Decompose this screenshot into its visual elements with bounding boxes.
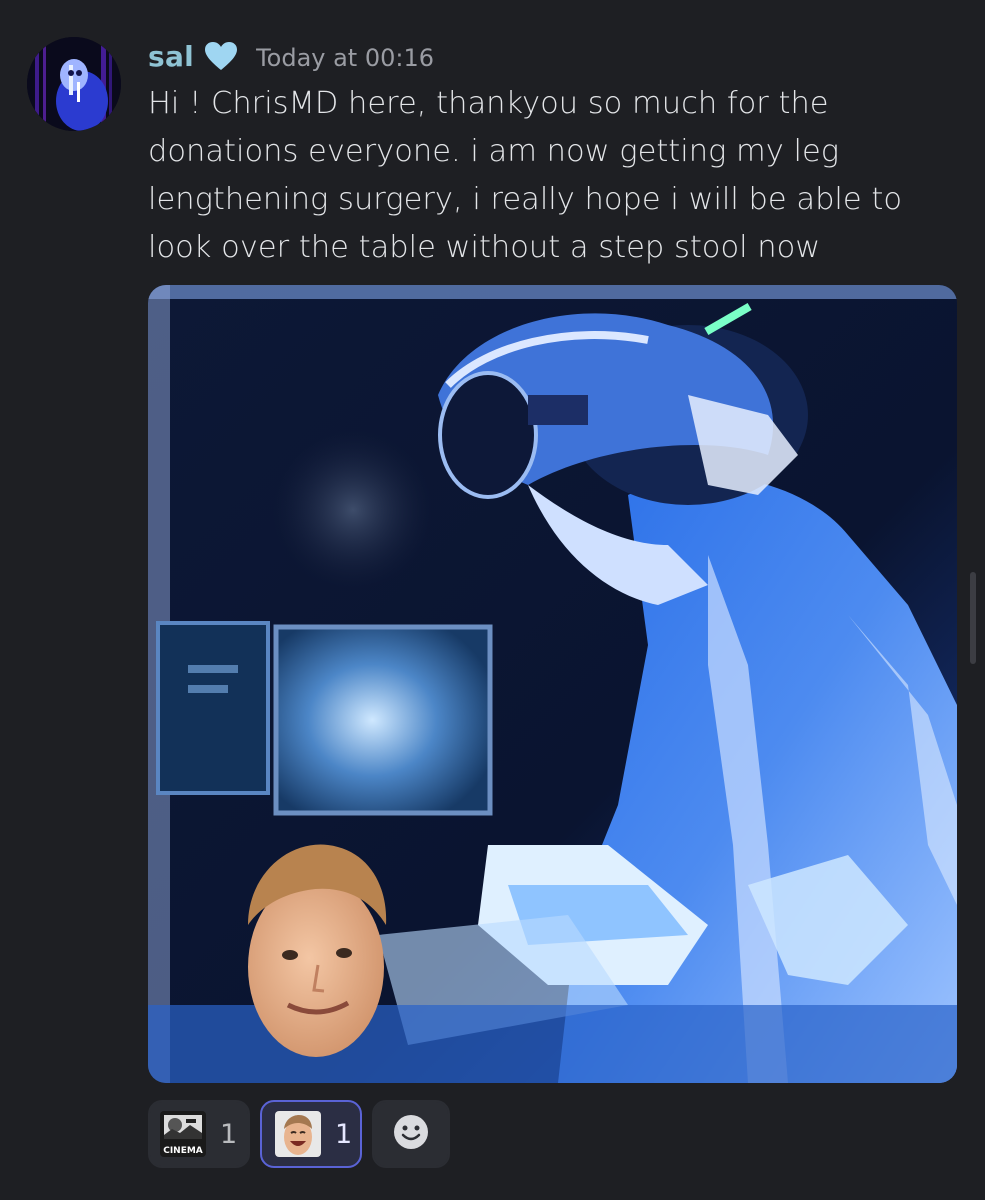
reaction-count: 1 bbox=[220, 1118, 238, 1150]
reactions-bar: CINEMA 1 1 bbox=[148, 1100, 450, 1168]
message-text: Hi ! ChrisMD here, thankyou so much for … bbox=[148, 86, 902, 265]
reaction-count: 1 bbox=[335, 1118, 353, 1150]
emoji-caption: CINEMA bbox=[163, 1146, 203, 1156]
user-avatar[interactable] bbox=[27, 37, 121, 131]
message-header: sal Today at 00:16 bbox=[148, 34, 434, 78]
heart-icon bbox=[204, 41, 238, 75]
reaction-laughing-face[interactable]: 1 bbox=[260, 1100, 362, 1168]
image-attachment[interactable] bbox=[148, 285, 957, 1083]
reaction-cinema[interactable]: CINEMA 1 bbox=[148, 1100, 250, 1168]
scrollbar[interactable] bbox=[970, 572, 976, 664]
laughing-face-emoji bbox=[275, 1111, 321, 1157]
add-reaction-icon bbox=[392, 1113, 430, 1155]
add-reaction-button[interactable] bbox=[372, 1100, 450, 1168]
absolute-cinema-emoji: CINEMA bbox=[160, 1111, 206, 1157]
username[interactable]: sal bbox=[148, 40, 194, 73]
message-timestamp: Today at 00:16 bbox=[256, 43, 435, 72]
